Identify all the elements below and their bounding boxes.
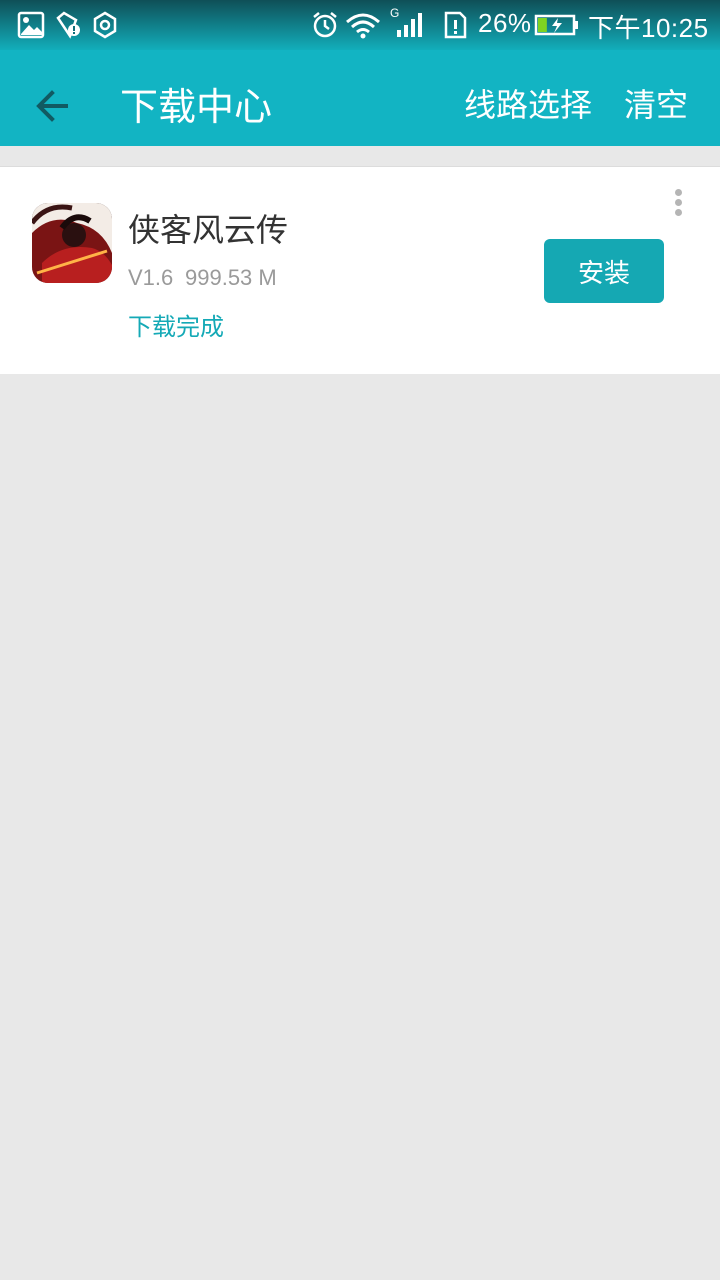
battery-percent: 26% <box>478 8 532 38</box>
download-list: 侠客风云传 V1.6 999.53 M 下载完成 安装 <box>0 166 720 374</box>
more-dot <box>675 199 682 206</box>
more-vertical-icon <box>675 189 682 196</box>
shield-badge-icon <box>56 11 80 39</box>
download-item[interactable]: 侠客风云传 V1.6 999.53 M 下载完成 安装 <box>0 166 720 374</box>
app-version: V1.6 <box>128 265 174 290</box>
signal-icon <box>397 13 422 37</box>
back-button[interactable] <box>28 80 80 132</box>
gear-hexagon-icon <box>93 11 117 39</box>
more-options-button[interactable] <box>668 187 688 219</box>
alarm-icon <box>313 12 337 38</box>
status-bar: G 26% 下午10:25 <box>0 0 720 50</box>
app-size: 999.53 M <box>185 265 277 290</box>
page-title: 下载中心 <box>120 85 273 129</box>
app-name: 侠客风云传 <box>128 211 289 249</box>
battery-charging-icon <box>534 14 578 36</box>
game-icon <box>32 203 112 283</box>
arrow-left-icon <box>36 90 68 122</box>
clear-button[interactable]: 清空 <box>624 80 688 126</box>
image-icon <box>17 11 45 39</box>
clock: 下午10:25 <box>588 13 709 43</box>
app-bar: 下载中心 线路选择 清空 <box>0 50 720 146</box>
sim-alert-icon <box>444 11 467 39</box>
route-select-button[interactable]: 线路选择 <box>464 80 592 126</box>
wifi-icon <box>346 13 380 39</box>
install-button[interactable]: 安装 <box>544 239 664 303</box>
more-dot <box>675 209 682 216</box>
download-status: 下载完成 <box>128 313 224 341</box>
